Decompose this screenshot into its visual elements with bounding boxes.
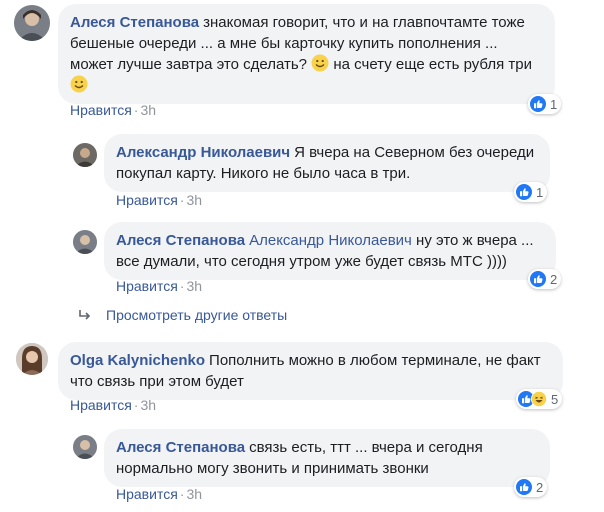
reply-arrow-icon <box>79 310 91 320</box>
reaction-count: 2 <box>536 479 544 495</box>
view-more-replies-label: Просмотреть другие ответы <box>106 307 288 323</box>
like-button[interactable]: Нравится <box>116 192 178 208</box>
timestamp[interactable]: 3h <box>186 486 202 502</box>
view-more-replies-link[interactable]: Просмотреть другие ответы <box>78 307 287 323</box>
comment-text-continued: на счету еще есть рубля три <box>333 56 532 73</box>
comment-bubble: Александр Николаевич Я вчера на Северном … <box>104 134 550 192</box>
comment-actions: Нравится · 3h <box>70 397 156 413</box>
mention-link[interactable]: Александр Николаевич <box>249 232 412 249</box>
timestamp[interactable]: 3h <box>140 102 156 118</box>
comment-bubble: Алеся Степанова знакомая говорит, что и н… <box>58 4 555 104</box>
like-reaction-icon <box>516 479 532 495</box>
reaction-count: 5 <box>551 391 559 407</box>
reactions-badge[interactable]: 5 <box>516 389 563 409</box>
like-button[interactable]: Нравится <box>70 397 132 413</box>
comment-actions: Нравится · 3h <box>70 102 156 118</box>
avatar[interactable] <box>14 5 50 41</box>
timestamp[interactable]: 3h <box>186 192 202 208</box>
like-button[interactable]: Нравится <box>116 486 178 502</box>
timestamp[interactable]: 3h <box>186 278 202 294</box>
reaction-count: 1 <box>536 184 544 200</box>
comment-bubble: Алеся Степанова связь есть, ттт ... вчера… <box>104 429 550 487</box>
like-button[interactable]: Нравится <box>116 278 178 294</box>
comment-actions: Нравится · 3h <box>116 486 202 502</box>
smile-emoji-icon <box>311 54 329 72</box>
reactions-badge[interactable]: 1 <box>514 182 548 202</box>
comment-bubble: Алеся Степанова Александр Николаевич ну э… <box>104 222 556 280</box>
separator: · <box>179 278 185 294</box>
reactions-badge[interactable]: 2 <box>514 477 548 497</box>
comment-actions: Нравится · 3h <box>116 278 202 294</box>
comment-bubble: Olga Kalynichenko Пополнить можно в любом… <box>58 342 563 400</box>
comment-author[interactable]: Алеся Степанова <box>70 14 199 31</box>
reaction-count: 1 <box>550 96 558 112</box>
comment-author[interactable]: Алеся Степанова <box>116 439 245 456</box>
avatar[interactable] <box>73 435 97 459</box>
like-reaction-icon <box>530 96 546 112</box>
like-button[interactable]: Нравится <box>70 102 132 118</box>
comment-author[interactable]: Алеся Степанова <box>116 232 245 249</box>
reactions-badge[interactable]: 1 <box>528 94 562 114</box>
comment-author[interactable]: Александр Николаевич <box>116 144 290 161</box>
timestamp[interactable]: 3h <box>140 397 156 413</box>
like-reaction-icon <box>530 271 546 287</box>
avatar[interactable] <box>16 343 48 375</box>
haha-reaction-icon <box>531 391 547 407</box>
reactions-badge[interactable]: 2 <box>528 269 562 289</box>
smile-emoji-icon <box>70 75 88 93</box>
like-reaction-icon <box>516 184 532 200</box>
comment-actions: Нравится · 3h <box>116 192 202 208</box>
separator: · <box>133 102 139 118</box>
avatar[interactable] <box>73 143 97 167</box>
comment-author[interactable]: Olga Kalynichenko <box>70 352 205 369</box>
reaction-count: 2 <box>550 271 558 287</box>
avatar[interactable] <box>73 230 97 254</box>
separator: · <box>133 397 139 413</box>
separator: · <box>179 486 185 502</box>
separator: · <box>179 192 185 208</box>
